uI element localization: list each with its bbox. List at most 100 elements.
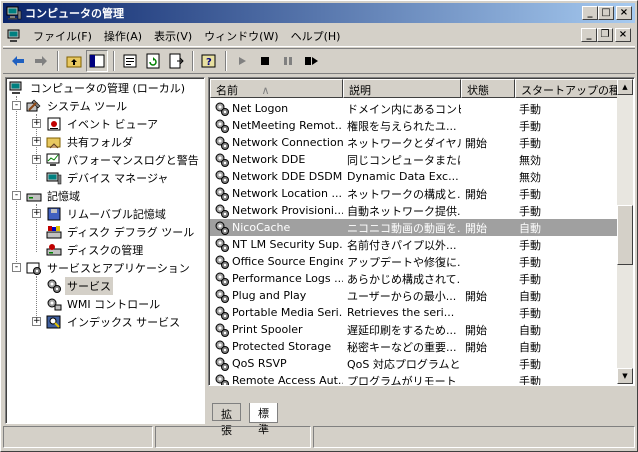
- tree-expander[interactable]: +: [32, 155, 41, 164]
- show-hide-tree-button[interactable]: [86, 50, 108, 72]
- table-row[interactable]: Net Logon ドメイン内にあるコンピ... 手動: [210, 100, 618, 117]
- tree-expander[interactable]: -: [12, 191, 21, 200]
- cell-name: Network Location ...: [210, 186, 343, 202]
- service-name: Network Provisioni...: [232, 204, 343, 217]
- column-header-status[interactable]: 状態: [461, 79, 515, 98]
- tree-item-shared-folders[interactable]: 共有フォルダ: [46, 133, 135, 151]
- column-header-name[interactable]: 名前 ∧: [210, 79, 343, 98]
- tab-extended[interactable]: 拡張: [212, 403, 241, 437]
- maximize-button[interactable]: □: [598, 6, 614, 20]
- tree-expander[interactable]: -: [12, 263, 21, 272]
- table-row[interactable]: Performance Logs ... あらかじめ構成されて... 手動: [210, 270, 618, 287]
- table-row[interactable]: Network DDE 同じコンピュータまたは... 無効: [210, 151, 618, 168]
- disk-management-icon: [46, 244, 62, 256]
- table-row[interactable]: Protected Storage 秘密キーなどの重要... 開始 自動: [210, 338, 618, 355]
- tree-expander[interactable]: +: [32, 317, 41, 326]
- restart-service-button[interactable]: [300, 50, 322, 72]
- menu-action[interactable]: 操作(A): [98, 26, 148, 46]
- mdi-minimize-button[interactable]: _: [581, 28, 597, 42]
- service-name: Network Connections: [232, 136, 343, 149]
- up-level-button[interactable]: [63, 50, 85, 72]
- help-button[interactable]: ?: [198, 50, 220, 72]
- tree-expander[interactable]: +: [32, 137, 41, 146]
- table-row[interactable]: Network Location ... ネットワークの構成と... 開始 手動: [210, 185, 618, 202]
- stop-service-button[interactable]: [254, 50, 276, 72]
- table-row[interactable]: Portable Media Seri... Retrieves the seri…: [210, 304, 618, 321]
- tree-item-system-tools[interactable]: システム ツール: [26, 97, 129, 115]
- cell-description: 自動ネットワーク提供...: [347, 204, 461, 218]
- tree-item-performance-logs[interactable]: パフォーマンスログと警告: [46, 151, 201, 169]
- toolbar-separator: [113, 51, 115, 71]
- mdi-close-button[interactable]: ×: [615, 28, 631, 42]
- tree-item-label: システム ツール: [47, 100, 128, 113]
- tree-item-services-and-applications[interactable]: サービスとアプリケーション: [26, 259, 192, 277]
- cell-startup-type: 手動: [519, 272, 541, 286]
- refresh-icon: [146, 53, 160, 69]
- scroll-down-button[interactable]: ▼: [617, 368, 633, 384]
- toolbar-separator: [225, 51, 227, 71]
- pause-service-button[interactable]: [277, 50, 299, 72]
- table-row[interactable]: Network Connections ネットワークとダイヤル... 開始 手動: [210, 134, 618, 151]
- tree-item-event-viewer[interactable]: イベント ビューア: [46, 115, 160, 133]
- mdi-restore-button[interactable]: ❐: [597, 28, 613, 42]
- table-row[interactable]: Print Spooler 遅延印刷をするため... 開始 自動: [210, 321, 618, 338]
- table-row[interactable]: Network Provisioni... 自動ネットワーク提供... 手動: [210, 202, 618, 219]
- close-button[interactable]: ×: [616, 6, 632, 20]
- vertical-scrollbar[interactable]: ▲ ▼: [617, 79, 633, 384]
- table-row[interactable]: Plug and Play ユーザーからの最小... 開始 自動: [210, 287, 618, 304]
- menu-file[interactable]: ファイル(F): [27, 26, 98, 46]
- tree-item-label: デバイス マネージャ: [67, 172, 169, 185]
- tree-item-device-manager[interactable]: デバイス マネージャ: [46, 169, 170, 187]
- table-row[interactable]: NT LM Security Sup... 名前付きパイプ以外... 手動: [210, 236, 618, 253]
- table-row[interactable]: Office Source Engine アップデートや修復に... 手動: [210, 253, 618, 270]
- scroll-thumb[interactable]: [617, 205, 633, 265]
- service-name: Portable Media Seri...: [232, 306, 343, 319]
- menu-view[interactable]: 表示(V): [148, 26, 198, 46]
- minimize-button[interactable]: _: [582, 6, 598, 20]
- column-header-description[interactable]: 説明: [343, 79, 461, 98]
- forward-arrow-icon: [35, 56, 47, 66]
- menu-help[interactable]: ヘルプ(H): [285, 26, 347, 46]
- tree-item-label: ディスク デフラグ ツール: [67, 226, 195, 239]
- console-icon[interactable]: [7, 28, 23, 44]
- properties-button[interactable]: [119, 50, 141, 72]
- cell-description: ユーザーからの最小...: [347, 289, 457, 303]
- console-tree[interactable]: コンピュータの管理 (ローカル) - システム ツール + イベント ビューア …: [5, 77, 205, 424]
- tree-item-disk-management[interactable]: ディスクの管理: [46, 241, 145, 259]
- table-row[interactable]: QoS RSVP QoS 対応プログラムと... 手動: [210, 355, 618, 372]
- start-service-button[interactable]: [231, 50, 253, 72]
- table-row[interactable]: NicoCache ニコニコ動画の動画を... 開始 自動: [210, 219, 618, 236]
- service-name: Net Logon: [232, 102, 289, 115]
- tree-item-wmi-control[interactable]: WMI コントロール: [46, 295, 162, 313]
- tree-expander[interactable]: -: [12, 101, 21, 110]
- tree-item-disk-defrag[interactable]: ディスク デフラグ ツール: [46, 223, 196, 241]
- status-panel: [313, 426, 635, 448]
- tab-standard[interactable]: 標準: [249, 403, 278, 436]
- back-button[interactable]: [7, 50, 29, 72]
- tree-item-storage[interactable]: 記憶域: [26, 187, 82, 205]
- scroll-up-button[interactable]: ▲: [617, 79, 633, 95]
- tree-expander[interactable]: +: [32, 119, 41, 128]
- tree-expander[interactable]: +: [32, 209, 41, 218]
- export-list-button[interactable]: [165, 50, 187, 72]
- tree-item-indexing-service[interactable]: インデックス サービス: [46, 313, 182, 331]
- column-header-startup-type[interactable]: スタートアップの種類: [515, 79, 618, 98]
- cell-startup-type: 自動: [519, 323, 541, 337]
- tree-item-removable-storage[interactable]: リムーバブル記憶域: [46, 205, 168, 223]
- refresh-button[interactable]: [142, 50, 164, 72]
- services-list[interactable]: 名前 ∧ 説明 状態 スタートアップの種類 Net Logon ドメイン内にあるコ…: [208, 77, 635, 386]
- services-apps-icon: [26, 262, 41, 275]
- index-service-icon: [46, 315, 61, 329]
- menu-window[interactable]: ウィンドウ(W): [198, 26, 284, 46]
- status-panel: [3, 426, 153, 448]
- service-gear-icon: [215, 119, 229, 133]
- table-row[interactable]: Remote Access Aut... プログラムがリモート D... 手動: [210, 372, 618, 385]
- tree-item-services[interactable]: サービス: [46, 277, 113, 295]
- service-name: NT LM Security Sup...: [232, 238, 343, 251]
- cell-name: Plug and Play: [210, 288, 343, 304]
- toolbar: ?: [3, 48, 635, 74]
- table-row[interactable]: Network DDE DSDM Dynamic Data Exc... 無効: [210, 168, 618, 185]
- table-row[interactable]: NetMeeting Remot... 権限を与えられたユ... 手動: [210, 117, 618, 134]
- tree-root[interactable]: コンピュータの管理 (ローカル): [9, 79, 187, 97]
- forward-button[interactable]: [30, 50, 52, 72]
